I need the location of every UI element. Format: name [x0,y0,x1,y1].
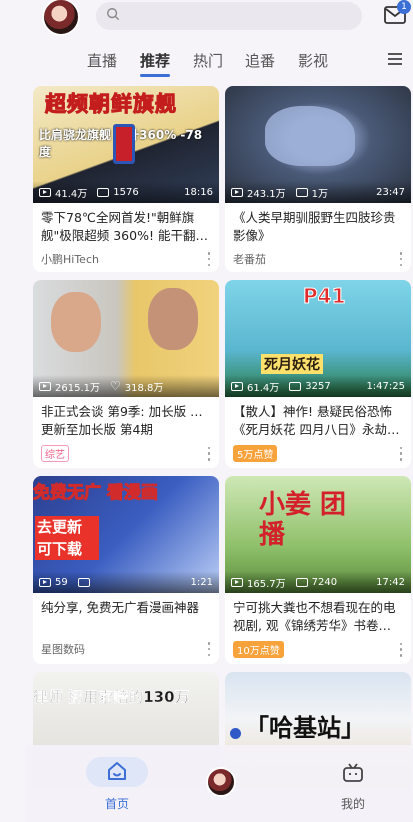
video-title: 纯分享, 免费无广看漫画神器 [41,600,199,615]
view-count: 61.4万 [247,382,280,394]
search-input[interactable] [96,2,362,30]
video-title: 非正式会谈 第9季: 加长版 … 更新至加长版 第4期 [33,397,219,441]
video-stats: 2615.1万 ♡ 318.8万 [33,375,219,397]
title-line: 非正式会谈 第9季: 加长版 … [41,404,203,419]
category-tabs: 直播 推荐 热门 追番 影视 [0,44,413,78]
more-options-icon[interactable] [207,642,211,656]
view-count: 41.4万 [55,188,88,200]
video-title: 【散人】神作! 悬疑民俗恐怖《死月妖花 四月八日》永劫… [233,404,400,437]
video-thumbnail: P41 死月妖花 61.4万 3257 1:47:25 [225,280,411,397]
view-count: 59 [55,576,68,588]
uploader-name[interactable]: 老番茄 [233,251,266,267]
video-stats: 61.4万 3257 1:47:25 [225,375,411,397]
uploader-name[interactable]: 小鹏HiTech [41,251,99,267]
thumbnail-caption: 小姜 团播 [259,490,347,550]
episode-badge: P41 [303,284,346,309]
danmaku-icon [289,381,302,391]
user-avatar[interactable] [42,0,80,36]
tab-recommend[interactable]: 推荐 [140,50,170,71]
view-count: 243.1万 [247,188,286,200]
danmaku-count: 3257 [305,380,331,392]
bottom-navigation: 首页 我的 [26,745,413,822]
view-count: 2615.1万 [55,382,100,394]
heart-icon: ♡ [110,379,121,393]
flag-graphic [113,124,135,164]
nav-home-label[interactable]: 首页 [92,795,142,812]
video-title: 《人类早期驯服野生四肢珍贵影像》 [233,210,396,243]
video-card[interactable]: P41 死月妖花 61.4万 3257 1:47:25 【散人】神作! 悬疑民俗… [225,280,411,468]
tab-live[interactable]: 直播 [87,50,117,71]
video-card[interactable]: 小姜 团播 165.7万 7240 17:42 宁可挑大粪也不想看现在的电视剧,… [225,476,411,664]
duration: 23:47 [376,186,405,198]
thumbnail-caption: 超频朝鲜旗舰 [45,92,177,117]
top-bar: 1 [0,0,413,36]
video-stats: 41.4万 1576 18:16 [33,181,219,203]
duration: 18:16 [184,186,213,198]
uploader-name[interactable]: 星图数码 [41,641,85,657]
mail-badge: 1 [397,0,411,14]
home-icon[interactable] [106,760,128,782]
tab-movies[interactable]: 影视 [298,50,328,71]
video-thumbnail: 超频朝鲜旗舰 比肩骁龙旗舰 提升360% -78度 41.4万 1576 18:… [33,86,219,203]
thumbnail-caption: 律师 挪用索赔的130万 [33,688,190,706]
more-options-icon[interactable] [399,642,403,657]
video-stats: 243.1万 1万 23:47 [225,181,411,203]
danmaku-count: 7240 [311,576,338,588]
video-card[interactable]: 免费无广 看漫画 去更新 可下载 59 1:21 纯分享, 免费无广看漫画神器 … [33,476,219,664]
danmaku-icon [295,577,308,587]
nav-mine-label[interactable]: 我的 [328,795,378,812]
play-count-icon [39,577,51,587]
tab-active-indicator [140,74,170,77]
video-card[interactable]: 243.1万 1万 23:47 《人类早期驯服野生四肢珍贵影像》 老番茄 [225,86,411,272]
center-avatar[interactable] [206,767,236,797]
thumbnail-caption: 「哈基站」 [245,714,365,742]
duration: 17:42 [376,576,405,588]
view-count: 165.7万 [247,578,286,590]
tab-anime[interactable]: 追番 [245,50,275,71]
category-tag: 综艺 [41,445,69,462]
play-count-icon [39,381,51,391]
thumbnail-person [51,292,101,352]
danmaku-count: 1万 [311,188,329,200]
thumbnail-subcaption: 死月妖花 [261,354,323,374]
thumbnail-figure [265,106,355,166]
video-title: 零下78℃全网首发!"朝鲜旗舰"极限超频 360%! 能干翻… [41,210,208,243]
play-count-icon [231,577,243,587]
search-icon [106,7,120,25]
danmaku-icon [77,577,90,587]
tv-icon[interactable] [342,763,364,783]
likes-tag: 5万点赞 [233,445,278,462]
more-options-icon[interactable] [207,252,211,266]
video-thumbnail: 免费无广 看漫画 去更新 可下载 59 1:21 [33,476,219,593]
episode-subtitle: 更新至加长版 第4期 [41,422,153,437]
follow-count: 318.8万 [124,382,164,394]
more-options-icon[interactable] [207,446,211,461]
thumbnail-person [148,288,198,350]
likes-tag: 10万点赞 [233,641,284,658]
thumbnail-caption: 免费无广 看漫画 [33,483,158,504]
video-card[interactable]: 超频朝鲜旗舰 比肩骁龙旗舰 提升360% -78度 41.4万 1576 18:… [33,86,219,272]
video-thumbnail: 小姜 团播 165.7万 7240 17:42 [225,476,411,593]
danmaku-icon [97,187,110,197]
video-stats: 165.7万 7240 17:42 [225,571,411,593]
duration: 1:47:25 [366,380,405,392]
play-count-icon [39,187,51,197]
video-title: 宁可挑大粪也不想看现在的电视剧, 观《锦绣芳华》书卷… [233,600,396,633]
video-thumbnail: 243.1万 1万 23:47 [225,86,411,203]
duration: 1:21 [190,576,213,588]
thumbnail-subcaption: 去更新 可下载 [35,516,99,560]
danmaku-icon [295,187,308,197]
tab-hot[interactable]: 热门 [193,50,223,71]
video-stats: 59 1:21 [33,571,219,593]
video-thumbnail: 2615.1万 ♡ 318.8万 [33,280,219,397]
menu-icon[interactable] [388,53,402,65]
danmaku-count: 1576 [113,186,139,198]
more-options-icon[interactable] [399,252,403,266]
play-count-icon [231,187,243,197]
more-options-icon[interactable] [399,446,403,461]
play-count-icon [231,381,243,391]
notification-dot [230,728,241,739]
video-card[interactable]: 2615.1万 ♡ 318.8万 非正式会谈 第9季: 加长版 … 更新至加长版… [33,280,219,468]
